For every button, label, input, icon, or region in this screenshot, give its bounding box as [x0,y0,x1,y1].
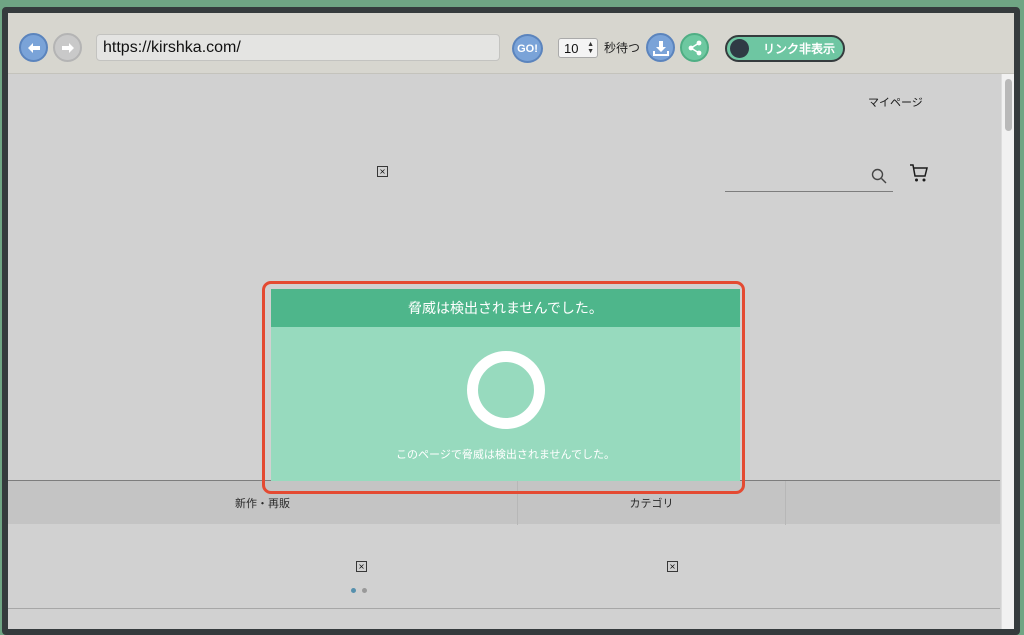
wait-seconds-select[interactable]: 10 ▲ ▼ [558,38,598,58]
dialog-title: 脅威は検出されませんでした。 [271,289,740,327]
dialog-message: このページで脅威は検出されませんでした。 [396,448,615,461]
share-button[interactable] [680,33,709,62]
hide-links-toggle[interactable]: リンク非表示 [725,35,845,62]
stepper-arrows-icon: ▲ ▼ [587,41,594,55]
scrollbar[interactable] [1001,74,1014,629]
arrow-right-icon [61,42,74,53]
safe-circle-icon [467,351,545,429]
arrow-left-icon [27,42,40,53]
scan-result-dialog: 脅威は検出されませんでした。 このページで脅威は検出されませんでした。 [271,289,740,481]
download-icon [652,40,669,56]
download-button[interactable] [646,33,675,62]
forward-button[interactable] [53,33,82,62]
back-button[interactable] [19,33,48,62]
wait-seconds-value: 10 [564,40,579,56]
go-button[interactable]: GO! [512,34,543,63]
wait-label: 秒待つ [604,41,641,55]
share-icon [688,40,701,55]
url-input[interactable] [96,34,500,61]
toggle-knob [730,39,749,58]
toggle-label: リンク非表示 [763,42,836,56]
scroll-thumb[interactable] [1005,79,1012,131]
toolbar: GO! 10 ▲▼ 秒待つ リンク非表示 [8,13,1014,74]
